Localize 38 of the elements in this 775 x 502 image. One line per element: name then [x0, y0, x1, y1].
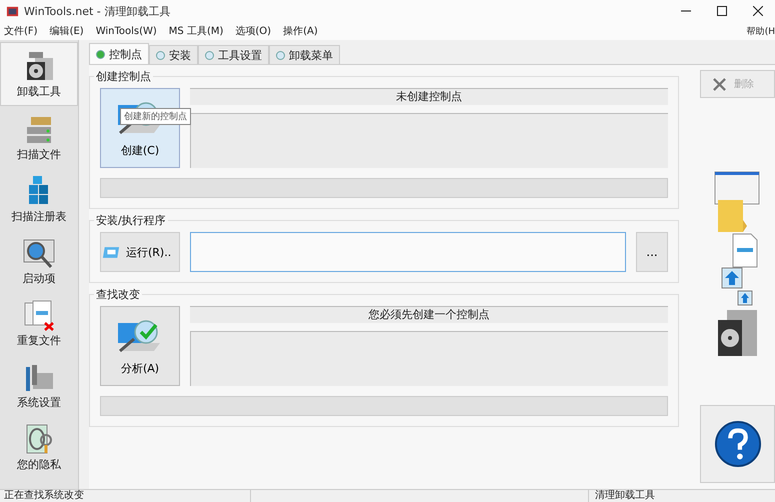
- sidebar-item[interactable]: 您的隐私: [0, 416, 78, 478]
- tab[interactable]: 控制点: [89, 43, 149, 64]
- group-title: 安装/执行程序: [95, 213, 167, 228]
- magnifier-icon: [21, 236, 57, 268]
- sidebar-item[interactable]: 系统设置: [0, 354, 78, 416]
- menu-item[interactable]: 操作(A): [283, 24, 318, 38]
- x-icon: [713, 78, 726, 90]
- menu-item[interactable]: 选项(O): [235, 24, 272, 38]
- sidebar-item[interactable]: 重复文件: [0, 292, 78, 354]
- status-text: 清理卸载工具: [594, 490, 656, 502]
- run-button[interactable]: 运行(R)..: [100, 232, 180, 272]
- group-title: 创建控制点: [95, 69, 152, 84]
- window-title: WinTools.net - 清理卸载工具: [24, 4, 170, 18]
- sidebar-item[interactable]: 启动项: [0, 230, 78, 292]
- menu-item[interactable]: 编辑(E): [50, 24, 84, 38]
- menu-item[interactable]: WinTools(W): [96, 26, 157, 36]
- menu-item[interactable]: MS 工具(M): [168, 24, 224, 38]
- tab[interactable]: 安装: [149, 45, 198, 64]
- question-icon: [714, 420, 762, 468]
- close-icon[interactable]: [753, 6, 763, 16]
- status-text: 未创建控制点: [190, 88, 668, 105]
- status-text: 您必须先创建一个控制点: [190, 306, 668, 323]
- app-icon: [6, 4, 19, 18]
- tooltip: 创建新的控制点: [120, 108, 191, 125]
- menu-item[interactable]: 帮助(H: [746, 24, 775, 38]
- maximize-icon[interactable]: [717, 6, 727, 16]
- window-icon: [102, 246, 120, 258]
- browse-button[interactable]: ...: [636, 232, 668, 272]
- tab[interactable]: 卸载菜单: [269, 45, 340, 64]
- group-title: 查找改变: [95, 287, 141, 302]
- action-button[interactable]: 分析(A): [100, 306, 180, 386]
- sidebar-item[interactable]: 扫描注册表: [0, 168, 78, 230]
- path-input-field[interactable]: [190, 232, 626, 272]
- tab[interactable]: 工具设置: [198, 45, 269, 64]
- menu-item[interactable]: 文件(F): [4, 24, 38, 38]
- help-button[interactable]: [700, 405, 775, 483]
- sidebar-item[interactable]: 扫描文件: [0, 106, 78, 168]
- sidebar-item[interactable]: 卸载工具: [0, 42, 78, 106]
